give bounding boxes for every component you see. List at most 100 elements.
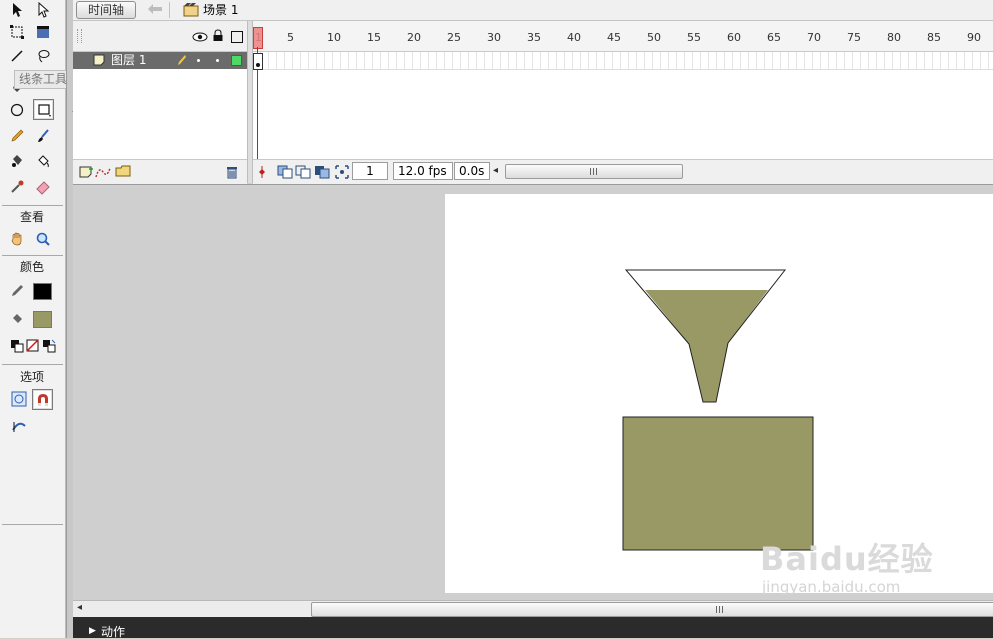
expand-arrow-icon[interactable]: ▶ [89, 626, 96, 636]
ruler-tick-label: 5 [287, 31, 294, 44]
container-rectangle[interactable] [622, 416, 814, 551]
brush-tool-icon[interactable] [33, 126, 53, 146]
insert-layer-icon[interactable] [79, 165, 93, 182]
edit-multiple-frames-icon[interactable] [314, 165, 330, 182]
hand-tool-icon[interactable] [7, 229, 27, 249]
delete-layer-icon[interactable] [226, 165, 238, 182]
stage-canvas[interactable]: Baidu经验 jingyan.baidu.com [445, 194, 993, 596]
lock-icon[interactable] [212, 29, 224, 45]
modify-onion-markers-icon[interactable] [335, 165, 349, 182]
center-frame-icon[interactable] [257, 165, 267, 182]
ruler-tick-label: 20 [407, 31, 421, 44]
layer-toolbar [73, 159, 247, 184]
stage-horizontal-scrollbar[interactable]: ◂ [73, 600, 993, 617]
funnel-liquid[interactable] [645, 290, 768, 402]
timeline-status-bar: 1 12.0 fps 0.0s ◂ [253, 159, 993, 184]
subselection-tool-icon[interactable] [33, 0, 53, 20]
oval-tool-icon[interactable] [7, 100, 27, 120]
lasso-tool-icon[interactable] [33, 46, 53, 66]
insert-folder-icon[interactable] [115, 164, 131, 181]
divider [2, 524, 63, 525]
panel-splitter[interactable] [66, 0, 73, 638]
ruler-tick-label: 55 [687, 31, 701, 44]
divider [2, 205, 63, 206]
ruler-tick-label: 50 [647, 31, 661, 44]
pencil-tool-icon[interactable] [7, 126, 27, 146]
frame-row[interactable] [253, 52, 993, 70]
layer-row[interactable]: 图层 1 [73, 52, 247, 69]
outline-icon[interactable] [231, 31, 243, 43]
object-drawing-icon[interactable] [9, 389, 29, 409]
divider [169, 2, 170, 18]
tools-panel: A 线条工具 (N) 查看 颜色 [0, 0, 95, 638]
timeline-toggle-button[interactable]: 时间轴 [76, 1, 136, 19]
onion-skin-icon[interactable] [277, 165, 293, 182]
swap-colors-icon[interactable] [39, 336, 59, 356]
paint-bucket-tool-icon[interactable] [33, 151, 53, 171]
eraser-tool-icon[interactable] [33, 177, 53, 197]
scene-name[interactable]: 场景 1 [203, 2, 238, 18]
layer-list-empty-area [73, 69, 247, 159]
selection-tool-icon[interactable] [7, 0, 27, 20]
view-section-label: 查看 [19, 210, 44, 224]
stroke-color-icon [7, 281, 27, 301]
zoom-tool-icon[interactable] [33, 229, 53, 249]
divider [2, 364, 63, 365]
frame-ruler[interactable]: 151015202530354045505560657075808590 [253, 21, 993, 52]
straighten-icon[interactable] [9, 416, 29, 436]
scroll-left-icon[interactable]: ◂ [493, 165, 498, 176]
pencil-icon [177, 54, 187, 69]
ruler-tick-label: 80 [887, 31, 901, 44]
stroke-color-swatch[interactable] [33, 283, 52, 300]
frame-rate-field[interactable]: 12.0 fps [393, 162, 453, 180]
line-tool-icon[interactable] [7, 46, 27, 66]
funnel-rim [626, 270, 785, 290]
elapsed-time-field: 0.0s [454, 162, 490, 180]
timeline-panel: 图层 1 15101520253035404550556065707580859… [73, 21, 993, 184]
colors-section-label: 颜色 [19, 260, 44, 274]
ruler-tick-label: 45 [607, 31, 621, 44]
fill-color-swatch[interactable] [33, 311, 52, 328]
ruler-tick-label: 75 [847, 31, 861, 44]
ruler-tick-label: 65 [767, 31, 781, 44]
ink-bottle-tool-icon[interactable] [7, 151, 27, 171]
playhead-handle[interactable] [253, 27, 263, 49]
layer-name[interactable]: 图层 1 [111, 53, 146, 68]
gradient-transform-tool-icon[interactable] [33, 22, 53, 42]
eye-icon[interactable] [192, 31, 208, 45]
timeline-scroll-thumb[interactable] [505, 164, 683, 179]
ruler-tick-label: 30 [487, 31, 501, 44]
layer-header [73, 21, 247, 52]
current-frame-field: 1 [352, 162, 388, 180]
scroll-left-icon[interactable]: ◂ [77, 602, 82, 613]
stage-scroll-thumb[interactable] [311, 602, 993, 617]
divider [2, 255, 63, 256]
ruler-tick-label: 90 [967, 31, 981, 44]
layer-color-swatch[interactable] [231, 55, 242, 66]
layer-icon [93, 54, 105, 69]
scene-icon [183, 2, 199, 20]
eyedropper-tool-icon[interactable] [7, 177, 27, 197]
ruler-tick-label: 40 [567, 31, 581, 44]
back-arrow-icon[interactable] [147, 3, 163, 18]
options-section-label: 选项 [19, 370, 44, 384]
ruler-tick-label: 70 [807, 31, 821, 44]
edit-bar: 时间轴 场景 1 [73, 0, 993, 21]
onion-skin-outlines-icon[interactable] [295, 165, 311, 182]
actions-panel-title[interactable]: 动作 [101, 625, 125, 639]
visibility-dot[interactable] [197, 59, 200, 62]
rectangle-tool-icon[interactable] [33, 99, 54, 120]
ruler-tick-label: 10 [327, 31, 341, 44]
actions-panel-header[interactable]: ▶ 动作 [73, 617, 993, 639]
ruler-tick-label: 25 [447, 31, 461, 44]
pasteboard: Baidu经验 jingyan.baidu.com [73, 184, 993, 601]
watermark-brand: Baidu经验 [760, 540, 934, 578]
keyframe-cell[interactable] [253, 53, 263, 70]
add-motion-guide-icon[interactable] [95, 165, 111, 182]
ruler-tick-label: 85 [927, 31, 941, 44]
snap-to-objects-icon[interactable] [32, 389, 53, 410]
lock-dot[interactable] [216, 59, 219, 62]
panel-grip[interactable] [77, 29, 82, 43]
ruler-tick-label: 15 [367, 31, 381, 44]
free-transform-tool-icon[interactable] [7, 22, 27, 42]
